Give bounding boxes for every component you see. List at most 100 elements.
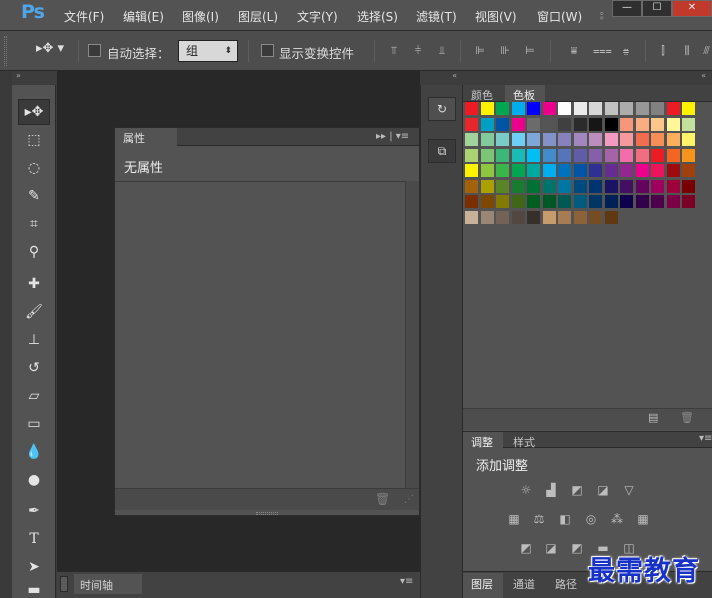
color-swatch[interactable] bbox=[527, 133, 540, 146]
right-dock-collapse-icon[interactable]: « bbox=[463, 71, 712, 85]
lasso-tool-icon[interactable]: ◌ bbox=[20, 156, 48, 180]
color-swatch[interactable] bbox=[620, 179, 633, 193]
timeline-tab[interactable]: 时间轴 bbox=[74, 574, 142, 594]
color-swatch[interactable] bbox=[480, 133, 494, 146]
eraser-tool-icon[interactable]: ▱ bbox=[20, 384, 48, 408]
timeline-menu-icon[interactable]: ▾≡ bbox=[400, 576, 413, 587]
color-swatch[interactable] bbox=[620, 195, 633, 208]
color-swatch[interactable] bbox=[496, 164, 509, 177]
color-swatch[interactable] bbox=[604, 179, 618, 193]
clone-stamp-tool-icon[interactable]: ⊥ bbox=[20, 328, 48, 352]
color-swatch[interactable] bbox=[604, 148, 618, 162]
color-swatch[interactable] bbox=[496, 148, 509, 162]
align-bottom-icon[interactable]: ⫫ bbox=[435, 44, 449, 58]
color-swatch[interactable] bbox=[527, 117, 540, 131]
color-swatch[interactable] bbox=[496, 102, 509, 115]
color-swatch[interactable] bbox=[511, 210, 525, 224]
color-swatch[interactable] bbox=[480, 195, 494, 208]
color-swatch[interactable] bbox=[527, 148, 540, 162]
pen-tool-icon[interactable]: ✒ bbox=[20, 499, 48, 523]
invert-icon[interactable]: ◩ bbox=[517, 540, 535, 556]
color-swatch[interactable] bbox=[651, 195, 664, 208]
minimize-button[interactable]: — bbox=[612, 0, 642, 17]
color-swatch[interactable] bbox=[682, 117, 695, 131]
color-swatch[interactable] bbox=[465, 133, 478, 146]
timeline-grip[interactable] bbox=[60, 576, 68, 592]
menu-file[interactable]: 文件(F) bbox=[64, 8, 104, 25]
color-swatch[interactable] bbox=[465, 164, 478, 177]
color-swatch[interactable] bbox=[480, 210, 494, 224]
color-swatch[interactable] bbox=[527, 102, 540, 115]
auto-select-checkbox[interactable] bbox=[88, 44, 101, 57]
color-balance-icon[interactable]: ⚖ bbox=[530, 511, 548, 527]
tab-paths[interactable]: 路径 bbox=[547, 573, 587, 591]
color-swatch[interactable] bbox=[635, 179, 649, 193]
options-bar-grip[interactable] bbox=[4, 36, 7, 66]
color-swatch[interactable] bbox=[480, 179, 494, 193]
color-swatch[interactable] bbox=[480, 102, 494, 115]
color-swatch[interactable] bbox=[511, 117, 525, 131]
color-swatch[interactable] bbox=[527, 164, 540, 177]
align-hcenter-icon[interactable]: ⊪ bbox=[498, 44, 512, 58]
menu-image[interactable]: 图像(I) bbox=[182, 8, 219, 25]
color-swatch[interactable] bbox=[558, 102, 571, 115]
resize-grip-icon[interactable]: ⋰ bbox=[404, 494, 414, 505]
color-swatch[interactable] bbox=[542, 164, 556, 177]
color-swatch[interactable] bbox=[558, 133, 571, 146]
exposure-icon[interactable]: ◪ bbox=[594, 482, 612, 498]
quick-select-tool-icon[interactable]: ✎ bbox=[20, 184, 48, 208]
maximize-button[interactable]: ☐ bbox=[642, 0, 672, 17]
curves-icon[interactable]: ◩ bbox=[568, 482, 586, 498]
color-swatch[interactable] bbox=[682, 195, 695, 208]
color-swatch[interactable] bbox=[604, 210, 618, 224]
photo-filter-icon[interactable]: ◎ bbox=[582, 511, 600, 527]
color-swatch[interactable] bbox=[480, 148, 494, 162]
color-swatch[interactable] bbox=[573, 179, 587, 193]
color-swatch[interactable] bbox=[682, 102, 695, 115]
color-swatch[interactable] bbox=[542, 195, 556, 208]
color-swatch[interactable] bbox=[496, 210, 509, 224]
menu-filter[interactable]: 滤镜(T) bbox=[416, 8, 457, 25]
distribute-top-icon[interactable]: ⩸ bbox=[567, 44, 581, 58]
align-vcenter-icon[interactable]: ⫩ bbox=[411, 44, 425, 58]
panel-drag-grip[interactable] bbox=[256, 512, 278, 515]
color-swatch[interactable] bbox=[527, 195, 540, 208]
tab-styles[interactable]: 样式 bbox=[505, 432, 545, 449]
menu-select[interactable]: 选择(S) bbox=[357, 8, 398, 25]
new-swatch-icon[interactable]: ▤ bbox=[648, 411, 658, 424]
color-swatch[interactable] bbox=[620, 117, 633, 131]
auto-select-dropdown[interactable]: 组 ⬍ bbox=[178, 40, 238, 62]
color-swatch[interactable] bbox=[465, 117, 478, 131]
distribute-right-icon[interactable]: ⫻ bbox=[701, 44, 712, 58]
path-select-tool-icon[interactable]: ➤ bbox=[20, 555, 48, 579]
color-swatch[interactable] bbox=[573, 210, 587, 224]
color-swatch[interactable] bbox=[651, 164, 664, 177]
color-swatch[interactable] bbox=[651, 102, 664, 115]
color-swatch[interactable] bbox=[589, 102, 602, 115]
color-swatch[interactable] bbox=[589, 133, 602, 146]
color-swatch[interactable] bbox=[604, 164, 618, 177]
distribute-left-icon[interactable]: ⫿ bbox=[656, 44, 670, 58]
levels-icon[interactable]: ▟ bbox=[542, 482, 560, 498]
brush-tool-icon[interactable]: 🖌 bbox=[20, 300, 48, 324]
tab-layers[interactable]: 图层 bbox=[463, 573, 503, 598]
color-swatch[interactable] bbox=[682, 133, 695, 146]
menu-overflow-icon[interactable]: ⦂ bbox=[600, 8, 604, 23]
color-swatch[interactable] bbox=[589, 179, 602, 193]
color-swatch[interactable] bbox=[558, 148, 571, 162]
color-swatch[interactable] bbox=[635, 164, 649, 177]
color-swatch[interactable] bbox=[573, 195, 587, 208]
color-swatch[interactable] bbox=[604, 117, 618, 131]
menu-type[interactable]: 文字(Y) bbox=[297, 8, 338, 25]
properties-tab[interactable]: 属性 bbox=[115, 128, 177, 146]
color-swatch[interactable] bbox=[573, 102, 587, 115]
color-swatch[interactable] bbox=[620, 102, 633, 115]
color-swatch[interactable] bbox=[511, 148, 525, 162]
color-swatch[interactable] bbox=[620, 133, 633, 146]
properties-scrollbar[interactable] bbox=[405, 181, 419, 488]
color-swatch[interactable] bbox=[666, 117, 680, 131]
distribute-bottom-icon[interactable]: ⩷ bbox=[619, 44, 633, 58]
color-swatch[interactable] bbox=[651, 179, 664, 193]
color-swatch[interactable] bbox=[635, 117, 649, 131]
color-swatch[interactable] bbox=[511, 164, 525, 177]
